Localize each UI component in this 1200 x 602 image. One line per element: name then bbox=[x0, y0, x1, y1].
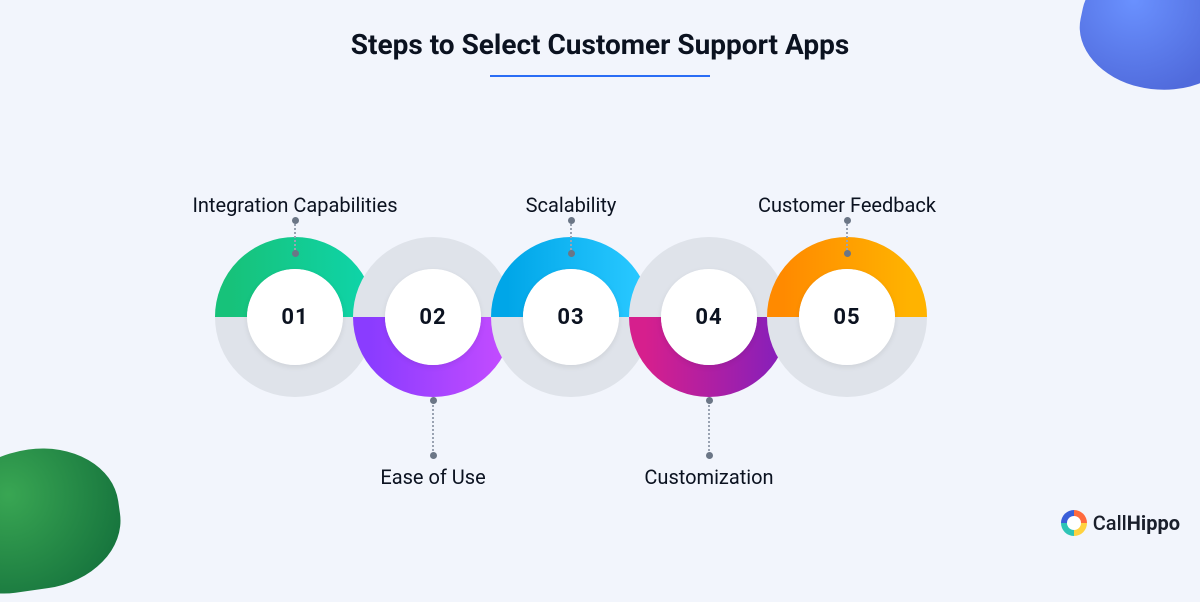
step-label: Integration Capabilities bbox=[192, 193, 397, 217]
step-number: 03 bbox=[557, 305, 584, 330]
step-ring: 01 bbox=[215, 237, 375, 397]
steps-diagram: 01 Integration Capabilities 02 Ease of Use 0… bbox=[0, 97, 1200, 517]
step-ring-inner: 05 bbox=[799, 269, 895, 365]
step-ring-inner: 03 bbox=[523, 269, 619, 365]
step-label: Scalability bbox=[526, 193, 617, 217]
connector-line bbox=[570, 221, 572, 253]
step-number: 04 bbox=[695, 305, 722, 330]
connector-line bbox=[294, 221, 296, 253]
brand-name-suffix: Hippo bbox=[1127, 511, 1180, 535]
connector-line bbox=[708, 401, 710, 455]
decorative-blob-top-right bbox=[1069, 0, 1200, 105]
step-label: Customer Feedback bbox=[758, 193, 936, 217]
step-ring: 03 bbox=[491, 237, 651, 397]
brand-logo: CallHippo bbox=[1061, 510, 1180, 536]
step-number: 01 bbox=[281, 305, 308, 330]
connector-line bbox=[846, 221, 848, 253]
brand-mark-icon bbox=[1061, 510, 1087, 536]
step-number: 02 bbox=[419, 305, 446, 330]
step-ring-inner: 04 bbox=[661, 269, 757, 365]
step-ring: 04 bbox=[629, 237, 789, 397]
page-title: Steps to Select Customer Support Apps bbox=[0, 0, 1200, 61]
brand-name: CallHippo bbox=[1093, 511, 1180, 535]
step-number: 05 bbox=[833, 305, 860, 330]
title-underline bbox=[490, 75, 710, 77]
step-ring-inner: 02 bbox=[385, 269, 481, 365]
connector-line bbox=[432, 401, 434, 455]
step-label: Customization bbox=[644, 465, 773, 489]
step-ring: 02 bbox=[353, 237, 513, 397]
step-label: Ease of Use bbox=[380, 465, 485, 489]
step-ring: 05 bbox=[767, 237, 927, 397]
brand-name-prefix: Call bbox=[1093, 511, 1127, 535]
step-ring-inner: 01 bbox=[247, 269, 343, 365]
